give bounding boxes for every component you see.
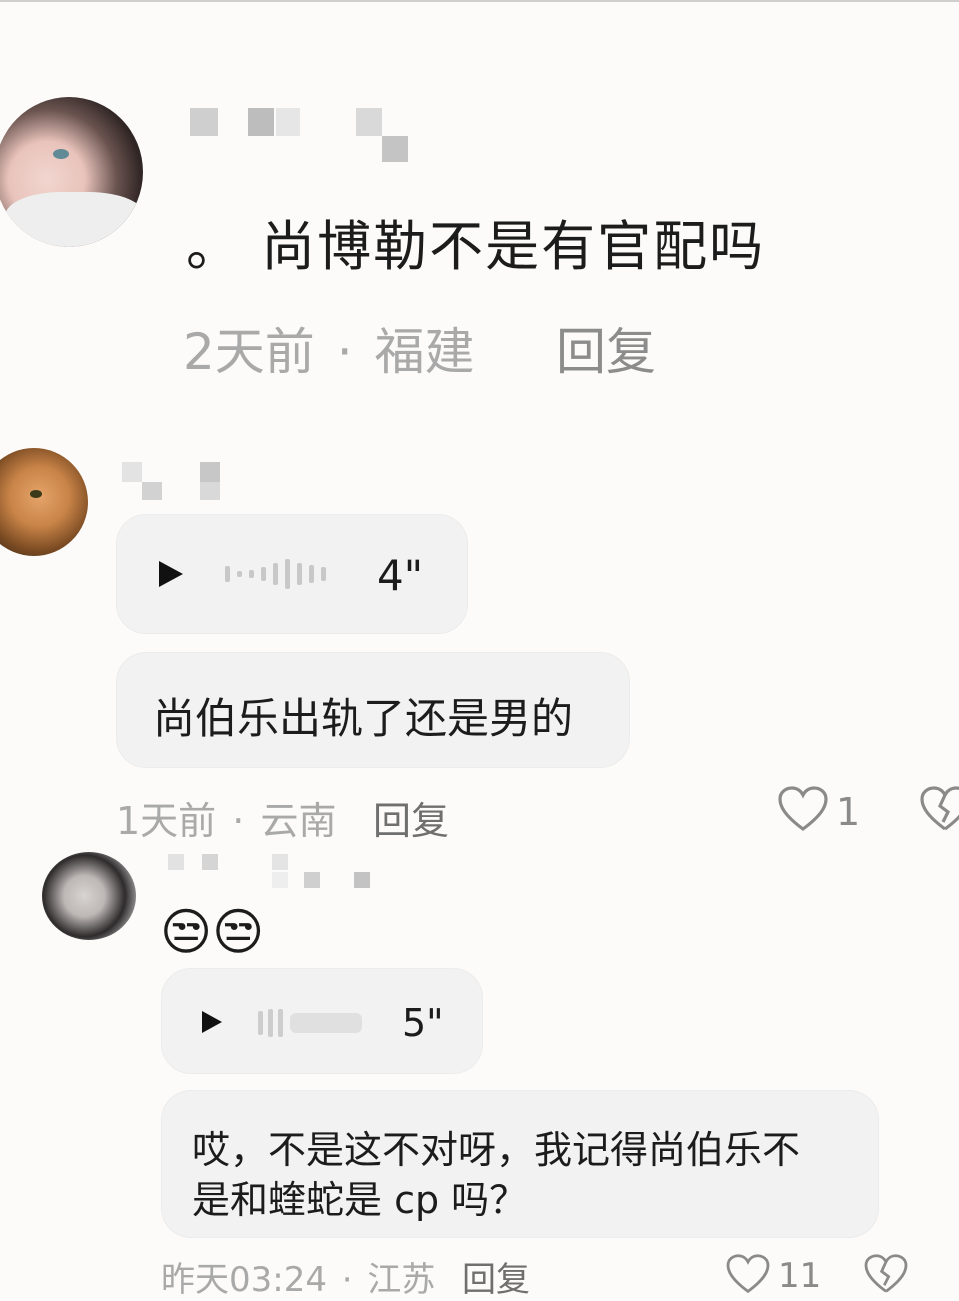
waveform: [223, 557, 333, 591]
voice-duration: 4": [377, 551, 424, 600]
voice-duration: 5": [402, 1001, 444, 1045]
like-count: 11: [778, 1256, 822, 1296]
avatar-scarf: [5, 192, 143, 247]
comment-location: 云南: [260, 799, 337, 843]
avatar-cat-eye: [30, 490, 42, 498]
username-pixelated[interactable]: [190, 108, 420, 168]
voice-message[interactable]: 4": [116, 514, 468, 634]
emoji-row: 😒😒: [160, 902, 264, 962]
comment-time: 1天前: [116, 799, 217, 843]
text-bubble: 哎，不是这不对呀，我记得尚伯乐不 是和蝰蛇是 cp 吗？: [161, 1090, 879, 1238]
comment-location: 江苏: [367, 1260, 436, 1300]
comment-text: 。 尚博勒不是有官配吗: [186, 215, 766, 278]
meta-dot: ·: [232, 799, 245, 843]
broken-heart-icon[interactable]: [920, 786, 959, 832]
comment-text-line1: 哎，不是这不对呀，我记得尚伯乐不: [192, 1128, 801, 1172]
play-icon[interactable]: [157, 559, 185, 589]
reply-button[interactable]: 回复: [373, 790, 449, 845]
comment-meta: 2天前 · 福建: [183, 312, 475, 384]
voice-message[interactable]: 5": [161, 968, 483, 1074]
avatar-eye: [53, 149, 69, 159]
like-count: 1: [836, 790, 861, 834]
heart-icon[interactable]: [726, 1254, 770, 1294]
reply-button[interactable]: 回复: [556, 312, 656, 384]
play-icon[interactable]: [200, 1009, 224, 1035]
comment-time: 昨天03:24: [161, 1260, 327, 1300]
text-bubble: 尚伯乐出轨了还是男的: [116, 652, 630, 768]
meta-dot: ·: [336, 323, 353, 381]
emoji: 😒: [160, 903, 213, 961]
waveform: [256, 1007, 366, 1039]
broken-heart-icon[interactable]: [864, 1254, 908, 1294]
comment-time: 2天前: [183, 323, 315, 381]
comment-1: 。 尚博勒不是有官配吗 2天前 · 福建 回复: [0, 90, 959, 390]
comment-3: 😒😒 5" 哎，不是这不对呀，我记得尚伯乐不 是和蝰蛇是 cp 吗？ 昨天03:…: [0, 850, 959, 1300]
comment-location: 福建: [374, 323, 475, 381]
meta-dot: ·: [341, 1260, 353, 1300]
reply-button[interactable]: 回复: [462, 1252, 530, 1301]
comment-meta: 1天前 · 云南: [116, 790, 336, 845]
comment-text: 尚伯乐出轨了还是男的: [153, 694, 574, 743]
comment-meta: 昨天03:24 · 江苏: [161, 1252, 435, 1301]
avatar[interactable]: [0, 97, 143, 247]
username-pixelated[interactable]: [122, 462, 232, 502]
top-divider: [0, 0, 959, 2]
comment-2: 4" 尚伯乐出轨了还是男的 1天前 · 云南 回复 1: [0, 440, 959, 843]
emoji: 😒: [212, 903, 265, 961]
username-pixelated[interactable]: [168, 854, 378, 890]
comment-text-line2: 是和蝰蛇是 cp 吗？: [192, 1178, 528, 1222]
avatar[interactable]: [42, 852, 136, 940]
avatar[interactable]: [0, 448, 88, 556]
heart-icon[interactable]: [778, 786, 828, 832]
